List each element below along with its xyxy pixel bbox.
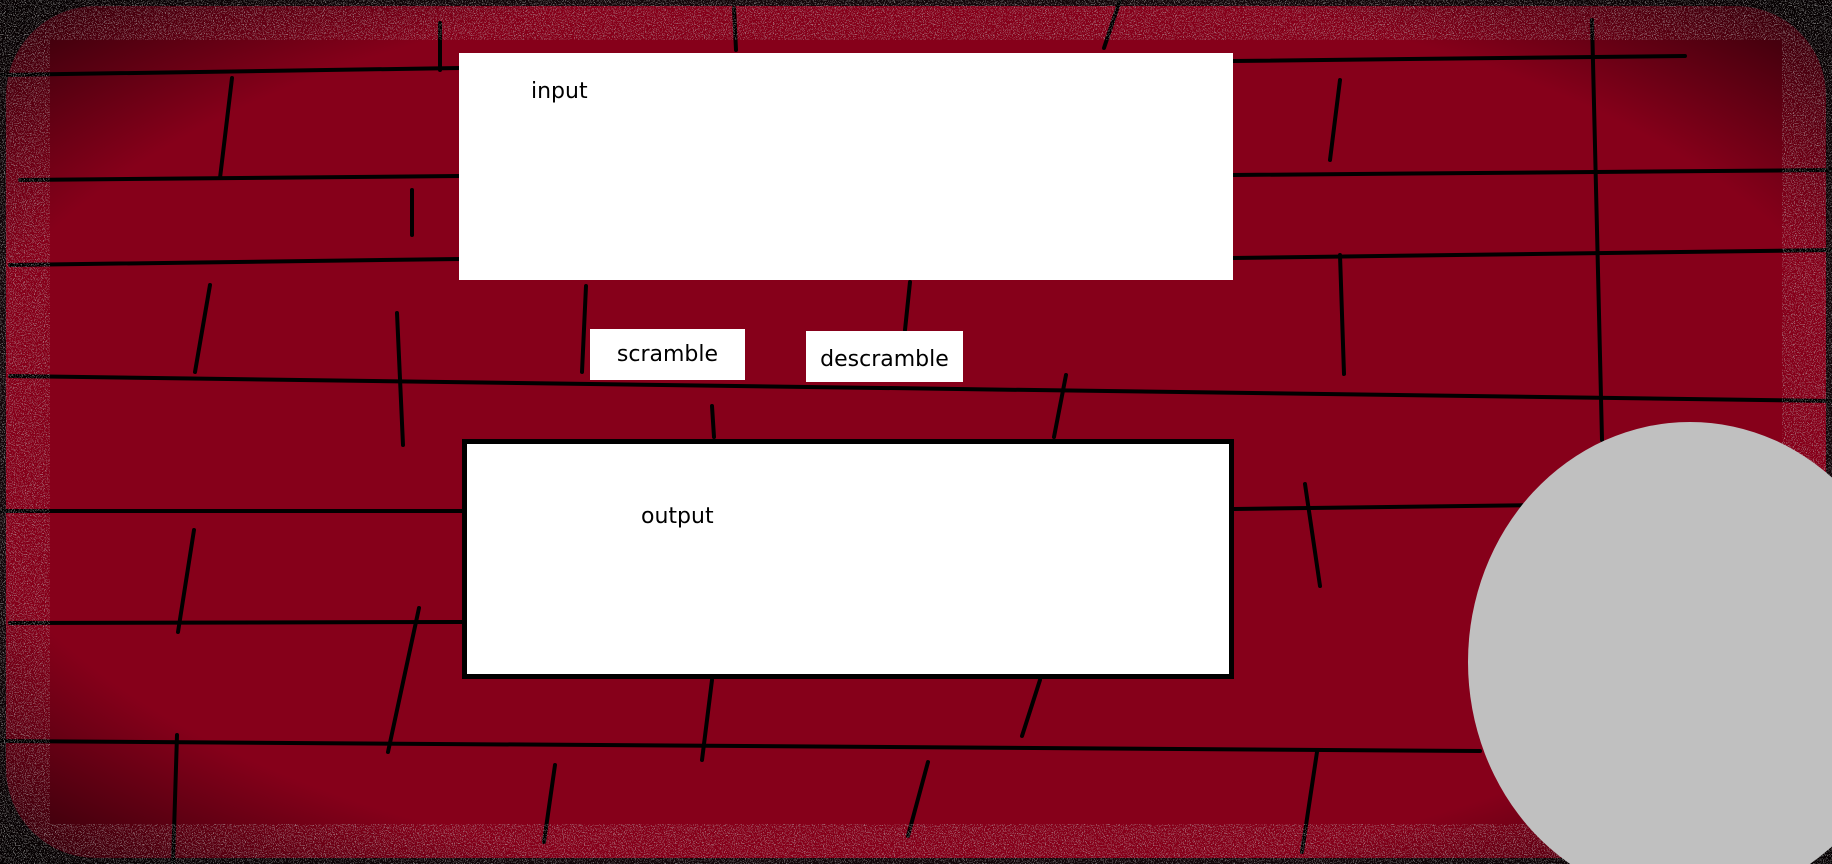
scramble-button[interactable]: scramble [590, 329, 745, 380]
input-label: input [531, 79, 588, 104]
output-label: output [641, 504, 714, 529]
app-window: input scramble descramble output [0, 0, 1832, 864]
output-panel[interactable]: output [462, 439, 1234, 679]
descramble-button[interactable]: descramble [806, 331, 963, 382]
input-panel[interactable]: input [459, 53, 1233, 280]
